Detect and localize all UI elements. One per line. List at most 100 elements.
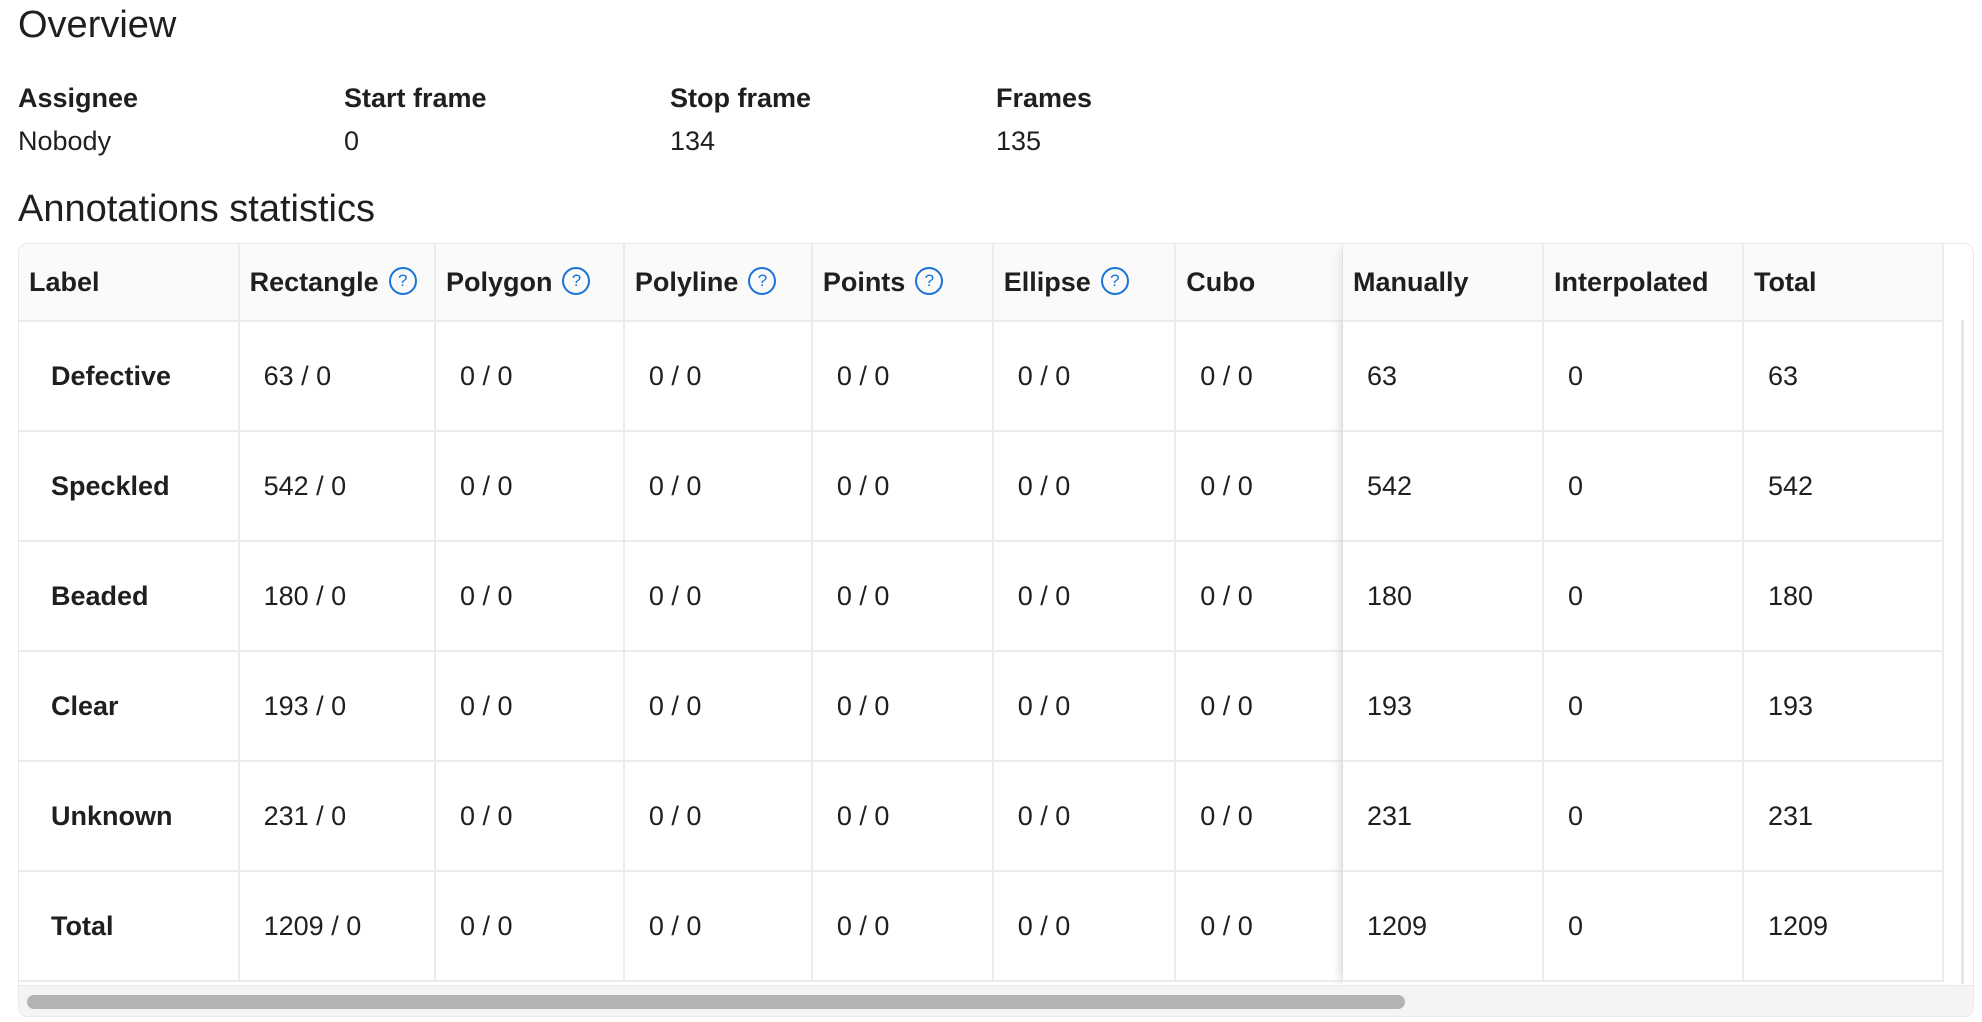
interpolated-cell: 0 <box>1543 541 1744 652</box>
points-cell: 0 / 0 <box>811 541 994 652</box>
row-label: Defective <box>19 321 240 432</box>
ellipse-cell: 0 / 0 <box>992 431 1177 542</box>
manually-cell: 63 <box>1343 321 1544 432</box>
total-cell: 63 <box>1743 321 1944 432</box>
frames-value: 135 <box>996 126 1042 156</box>
rectangle-cell: 1209 / 0 <box>238 871 436 982</box>
column-header-interpolated: Interpolated <box>1543 244 1744 322</box>
polyline-cell: 0 / 0 <box>623 321 813 432</box>
ellipse-cell: 0 / 0 <box>992 541 1177 652</box>
annotations-statistics-table: Label Rectangle? Polygon? Polyline? Poin… <box>18 243 1974 1017</box>
start-frame-label: Start frame <box>344 83 487 113</box>
rectangle-cell: 193 / 0 <box>238 651 436 762</box>
table-row: Speckled 542 / 0 0 / 0 0 / 0 0 / 0 0 / 0… <box>19 431 1344 542</box>
total-cell: 180 <box>1743 541 1944 652</box>
manually-cell: 231 <box>1343 761 1544 872</box>
shape-stats-table: Label Rectangle? Polygon? Polyline? Poin… <box>19 244 1344 982</box>
help-icon[interactable]: ? <box>1100 267 1129 296</box>
column-header-manually: Manually <box>1343 244 1544 322</box>
points-cell: 0 / 0 <box>811 431 994 542</box>
cuboid-cell: 0 / 0 <box>1175 871 1344 982</box>
cuboid-cell: 0 / 0 <box>1175 761 1344 872</box>
job-details-page: Overview Assignee Start frame Stop frame… <box>0 0 1982 1022</box>
help-icon[interactable]: ? <box>562 267 591 296</box>
polygon-cell: 0 / 0 <box>434 871 625 982</box>
polygon-cell: 0 / 0 <box>434 431 625 542</box>
polygon-cell: 0 / 0 <box>434 761 625 872</box>
total-cell: 193 <box>1743 651 1944 762</box>
points-cell: 0 / 0 <box>811 871 994 982</box>
help-icon[interactable]: ? <box>915 267 944 296</box>
points-cell: 0 / 0 <box>811 761 994 872</box>
table-row: Clear 193 / 0 0 / 0 0 / 0 0 / 0 0 / 0 0 … <box>19 651 1344 762</box>
polyline-cell: 0 / 0 <box>623 431 813 542</box>
points-cell: 0 / 0 <box>811 321 994 432</box>
table-row-total: 1209 0 1209 <box>1343 871 1944 982</box>
row-label: Unknown <box>19 761 240 872</box>
frames-label: Frames <box>996 83 1093 113</box>
horizontal-scrollbar[interactable] <box>19 985 1973 1016</box>
points-cell: 0 / 0 <box>811 651 994 762</box>
cuboid-cell: 0 / 0 <box>1175 651 1344 762</box>
column-header-total: Total <box>1743 244 1944 322</box>
row-label: Beaded <box>19 541 240 652</box>
table-right-edge <box>1961 320 1964 984</box>
polygon-cell: 0 / 0 <box>434 321 625 432</box>
ellipse-cell: 0 / 0 <box>992 321 1177 432</box>
stop-frame-label: Stop frame <box>670 83 812 113</box>
polyline-cell: 0 / 0 <box>623 871 813 982</box>
table-header-row: Label Rectangle? Polygon? Polyline? Poin… <box>19 244 1344 322</box>
table-row: Beaded 180 / 0 0 / 0 0 / 0 0 / 0 0 / 0 0… <box>19 541 1344 652</box>
total-cell: 1209 <box>1743 871 1944 982</box>
cuboid-cell: 0 / 0 <box>1175 541 1344 652</box>
table-row: 63 0 63 <box>1343 321 1944 432</box>
column-header-polygon: Polygon? <box>434 244 625 322</box>
table-scroll-area[interactable]: Label Rectangle? Polygon? Polyline? Poin… <box>19 244 1344 984</box>
column-header-ellipse: Ellipse? <box>992 244 1177 322</box>
manually-cell: 193 <box>1343 651 1544 762</box>
table-row: 231 0 231 <box>1343 761 1944 872</box>
interpolated-cell: 0 <box>1543 431 1744 542</box>
polyline-cell: 0 / 0 <box>623 651 813 762</box>
manually-cell: 542 <box>1343 431 1544 542</box>
rectangle-cell: 231 / 0 <box>238 761 436 872</box>
ellipse-cell: 0 / 0 <box>992 761 1177 872</box>
interpolated-cell: 0 <box>1543 761 1744 872</box>
table-header-row: Manually Interpolated Total <box>1343 244 1944 322</box>
assignee-label: Assignee <box>18 83 139 113</box>
cuboid-cell: 0 / 0 <box>1175 321 1344 432</box>
table-row: Defective 63 / 0 0 / 0 0 / 0 0 / 0 0 / 0… <box>19 321 1344 432</box>
overview-title: Overview <box>18 4 177 46</box>
table-row: 193 0 193 <box>1343 651 1944 762</box>
table-row: 180 0 180 <box>1343 541 1944 652</box>
total-cell: 231 <box>1743 761 1944 872</box>
table-fixed-right-columns: Manually Interpolated Total 63 0 63 542 … <box>1343 244 1973 984</box>
total-cell: 542 <box>1743 431 1944 542</box>
help-icon[interactable]: ? <box>388 267 417 296</box>
interpolated-cell: 0 <box>1543 871 1744 982</box>
manually-cell: 1209 <box>1343 871 1544 982</box>
polygon-cell: 0 / 0 <box>434 541 625 652</box>
ellipse-cell: 0 / 0 <box>992 651 1177 762</box>
scrollbar-thumb[interactable] <box>27 995 1405 1009</box>
column-header-points: Points? <box>811 244 994 322</box>
stop-frame-value: 134 <box>670 126 716 156</box>
cuboid-cell: 0 / 0 <box>1175 431 1344 542</box>
polygon-cell: 0 / 0 <box>434 651 625 762</box>
rectangle-cell: 63 / 0 <box>238 321 436 432</box>
summary-stats-table: Manually Interpolated Total 63 0 63 542 … <box>1343 244 1944 982</box>
polyline-cell: 0 / 0 <box>623 541 813 652</box>
column-header-rectangle: Rectangle? <box>238 244 436 322</box>
row-label: Speckled <box>19 431 240 542</box>
interpolated-cell: 0 <box>1543 651 1744 762</box>
table-row: Unknown 231 / 0 0 / 0 0 / 0 0 / 0 0 / 0 … <box>19 761 1344 872</box>
assignee-value: Nobody <box>18 126 112 156</box>
column-header-polyline: Polyline? <box>623 244 813 322</box>
column-header-cuboid: Cubo <box>1175 244 1344 322</box>
rectangle-cell: 542 / 0 <box>238 431 436 542</box>
interpolated-cell: 0 <box>1543 321 1744 432</box>
ellipse-cell: 0 / 0 <box>992 871 1177 982</box>
start-frame-value: 0 <box>344 126 360 156</box>
manually-cell: 180 <box>1343 541 1544 652</box>
help-icon[interactable]: ? <box>748 267 777 296</box>
